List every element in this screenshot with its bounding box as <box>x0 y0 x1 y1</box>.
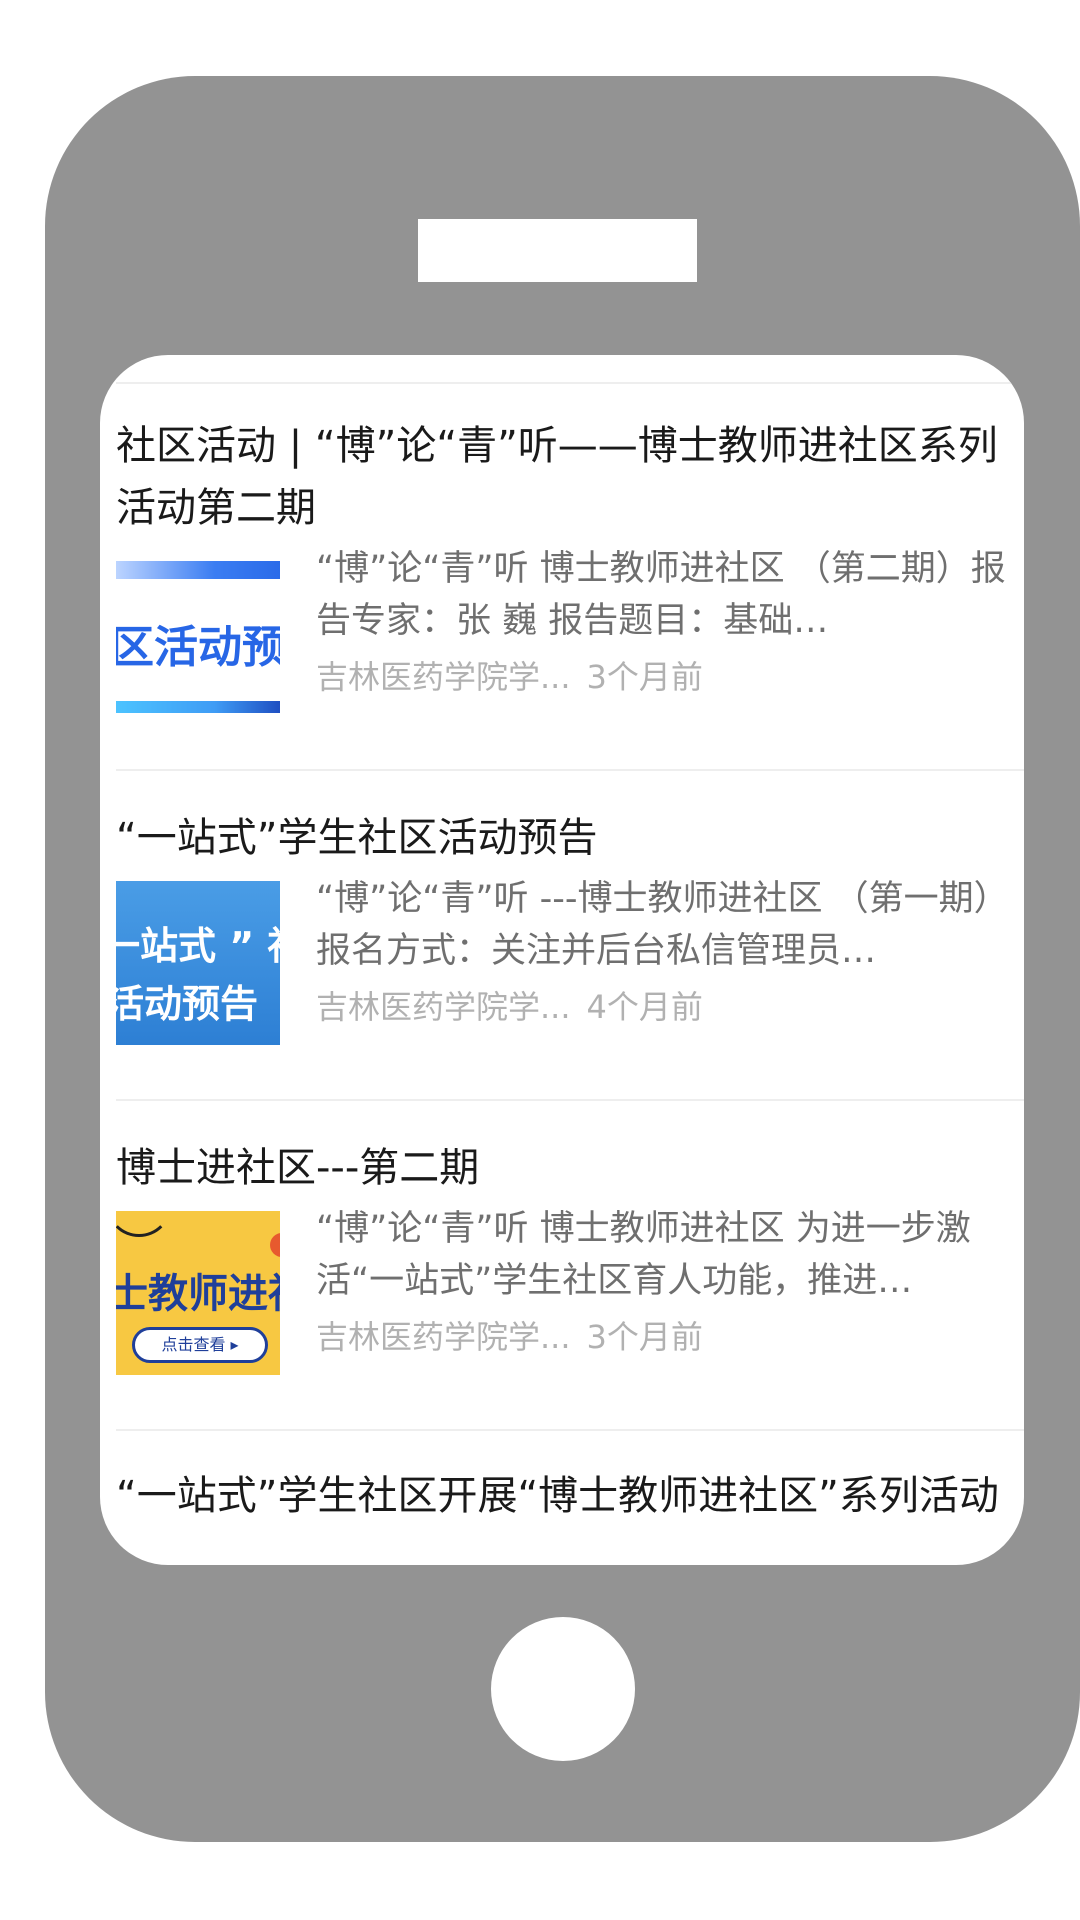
thumbnail-text: 士教师进社 <box>116 1271 280 1317</box>
article-thumbnail[interactable]: 一站式 ” 社 活动预告 <box>116 881 280 1045</box>
article-item-2[interactable]: “一站式”学生社区活动预告 一站式 ” 社 活动预告 “博”论“青”听 ---博… <box>116 807 1024 1051</box>
article-meta: 吉林医药学院学... 3个月前 <box>316 1315 703 1359</box>
article-source: 吉林医药学院学... <box>316 658 571 696</box>
article-time: 3个月前 <box>586 658 703 696</box>
article-thumbnail[interactable]: 区活动预 <box>116 551 280 715</box>
article-time: 3个月前 <box>586 1318 703 1356</box>
article-title[interactable]: “一站式”学生社区活动预告 <box>116 807 1024 869</box>
article-meta: 吉林医药学院学... 4个月前 <box>316 985 703 1029</box>
article-source: 吉林医药学院学... <box>316 1318 571 1356</box>
divider <box>116 769 1024 771</box>
article-item-3[interactable]: 博士进社区---第二期 士教师进社 点击查看 ▸ “博”论“青”听 博士教师进社… <box>116 1137 1024 1381</box>
article-source: 吉林医药学院学... <box>316 988 571 1026</box>
article-title[interactable]: “一站式”学生社区开展“博士教师进社区”系列活动 <box>116 1465 1024 1527</box>
divider <box>116 1099 1024 1101</box>
article-summary: “博”论“青”听 博士教师进社区 （第二期）报告专家：张 巍 报告题目：基础… <box>316 549 1006 641</box>
article-time: 4个月前 <box>586 988 703 1026</box>
article-title[interactable]: 博士进社区---第二期 <box>116 1137 1024 1199</box>
article-summary: “博”论“青”听 博士教师进社区 为进一步激活“一站式”学生社区育人功能，推进… <box>316 1209 971 1301</box>
article-item-1[interactable]: 社区活动 | “博”论“青”听——博士教师进社区系列活动第二期 区活动预 “博”… <box>116 415 1024 721</box>
article-meta: 吉林医药学院学... 3个月前 <box>316 655 703 699</box>
article-title[interactable]: 社区活动 | “博”论“青”听——博士教师进社区系列活动第二期 <box>116 415 1024 539</box>
thumbnail-text: 区活动预 <box>116 622 280 673</box>
phone-speaker <box>418 219 697 282</box>
article-thumbnail[interactable]: 士教师进社 点击查看 ▸ <box>116 1211 280 1375</box>
article-summary: “博”论“青”听 ---博士教师进社区 （第一期）报名方式：关注并后台私信管理员… <box>316 879 1009 971</box>
thumbnail-button: 点击查看 ▸ <box>132 1327 268 1363</box>
article-item-4[interactable]: “一站式”学生社区开展“博士教师进社区”系列活动 <box>116 1465 1024 1527</box>
divider <box>116 382 1024 384</box>
thumbnail-text: 一站式 ” 社 <box>116 924 280 968</box>
divider <box>116 1429 1024 1431</box>
home-button[interactable] <box>491 1617 635 1761</box>
phone-screen: 社区活动 | “博”论“青”听——博士教师进社区系列活动第二期 区活动预 “博”… <box>100 355 1024 1565</box>
thumbnail-text: 活动预告 <box>116 982 259 1026</box>
